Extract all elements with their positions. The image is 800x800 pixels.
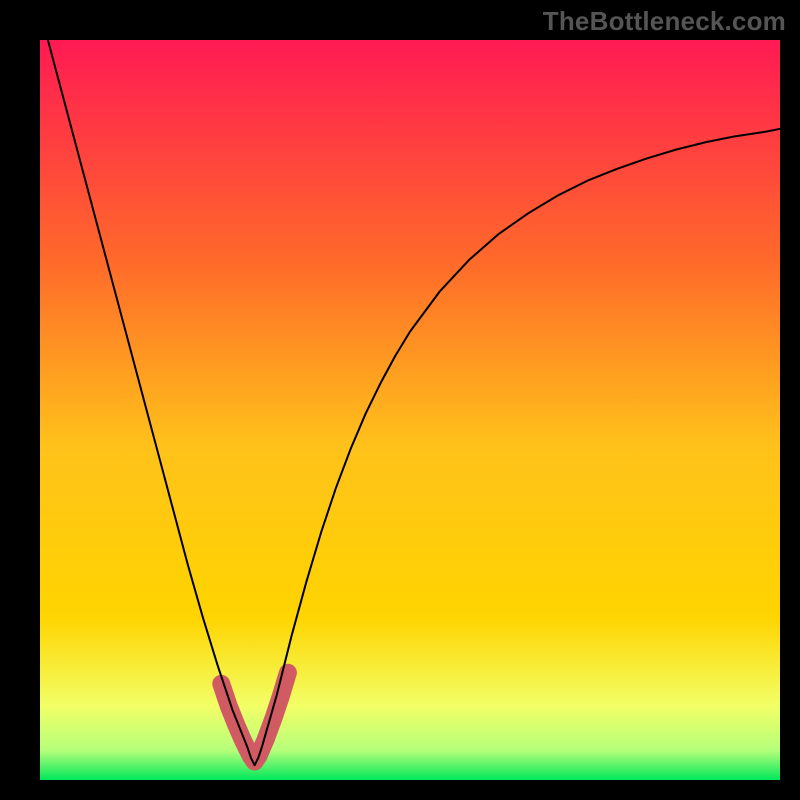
plot-area bbox=[40, 40, 780, 780]
chart-frame: TheBottleneck.com bbox=[0, 0, 800, 800]
chart-svg bbox=[40, 40, 780, 780]
attribution-text: TheBottleneck.com bbox=[543, 6, 786, 37]
